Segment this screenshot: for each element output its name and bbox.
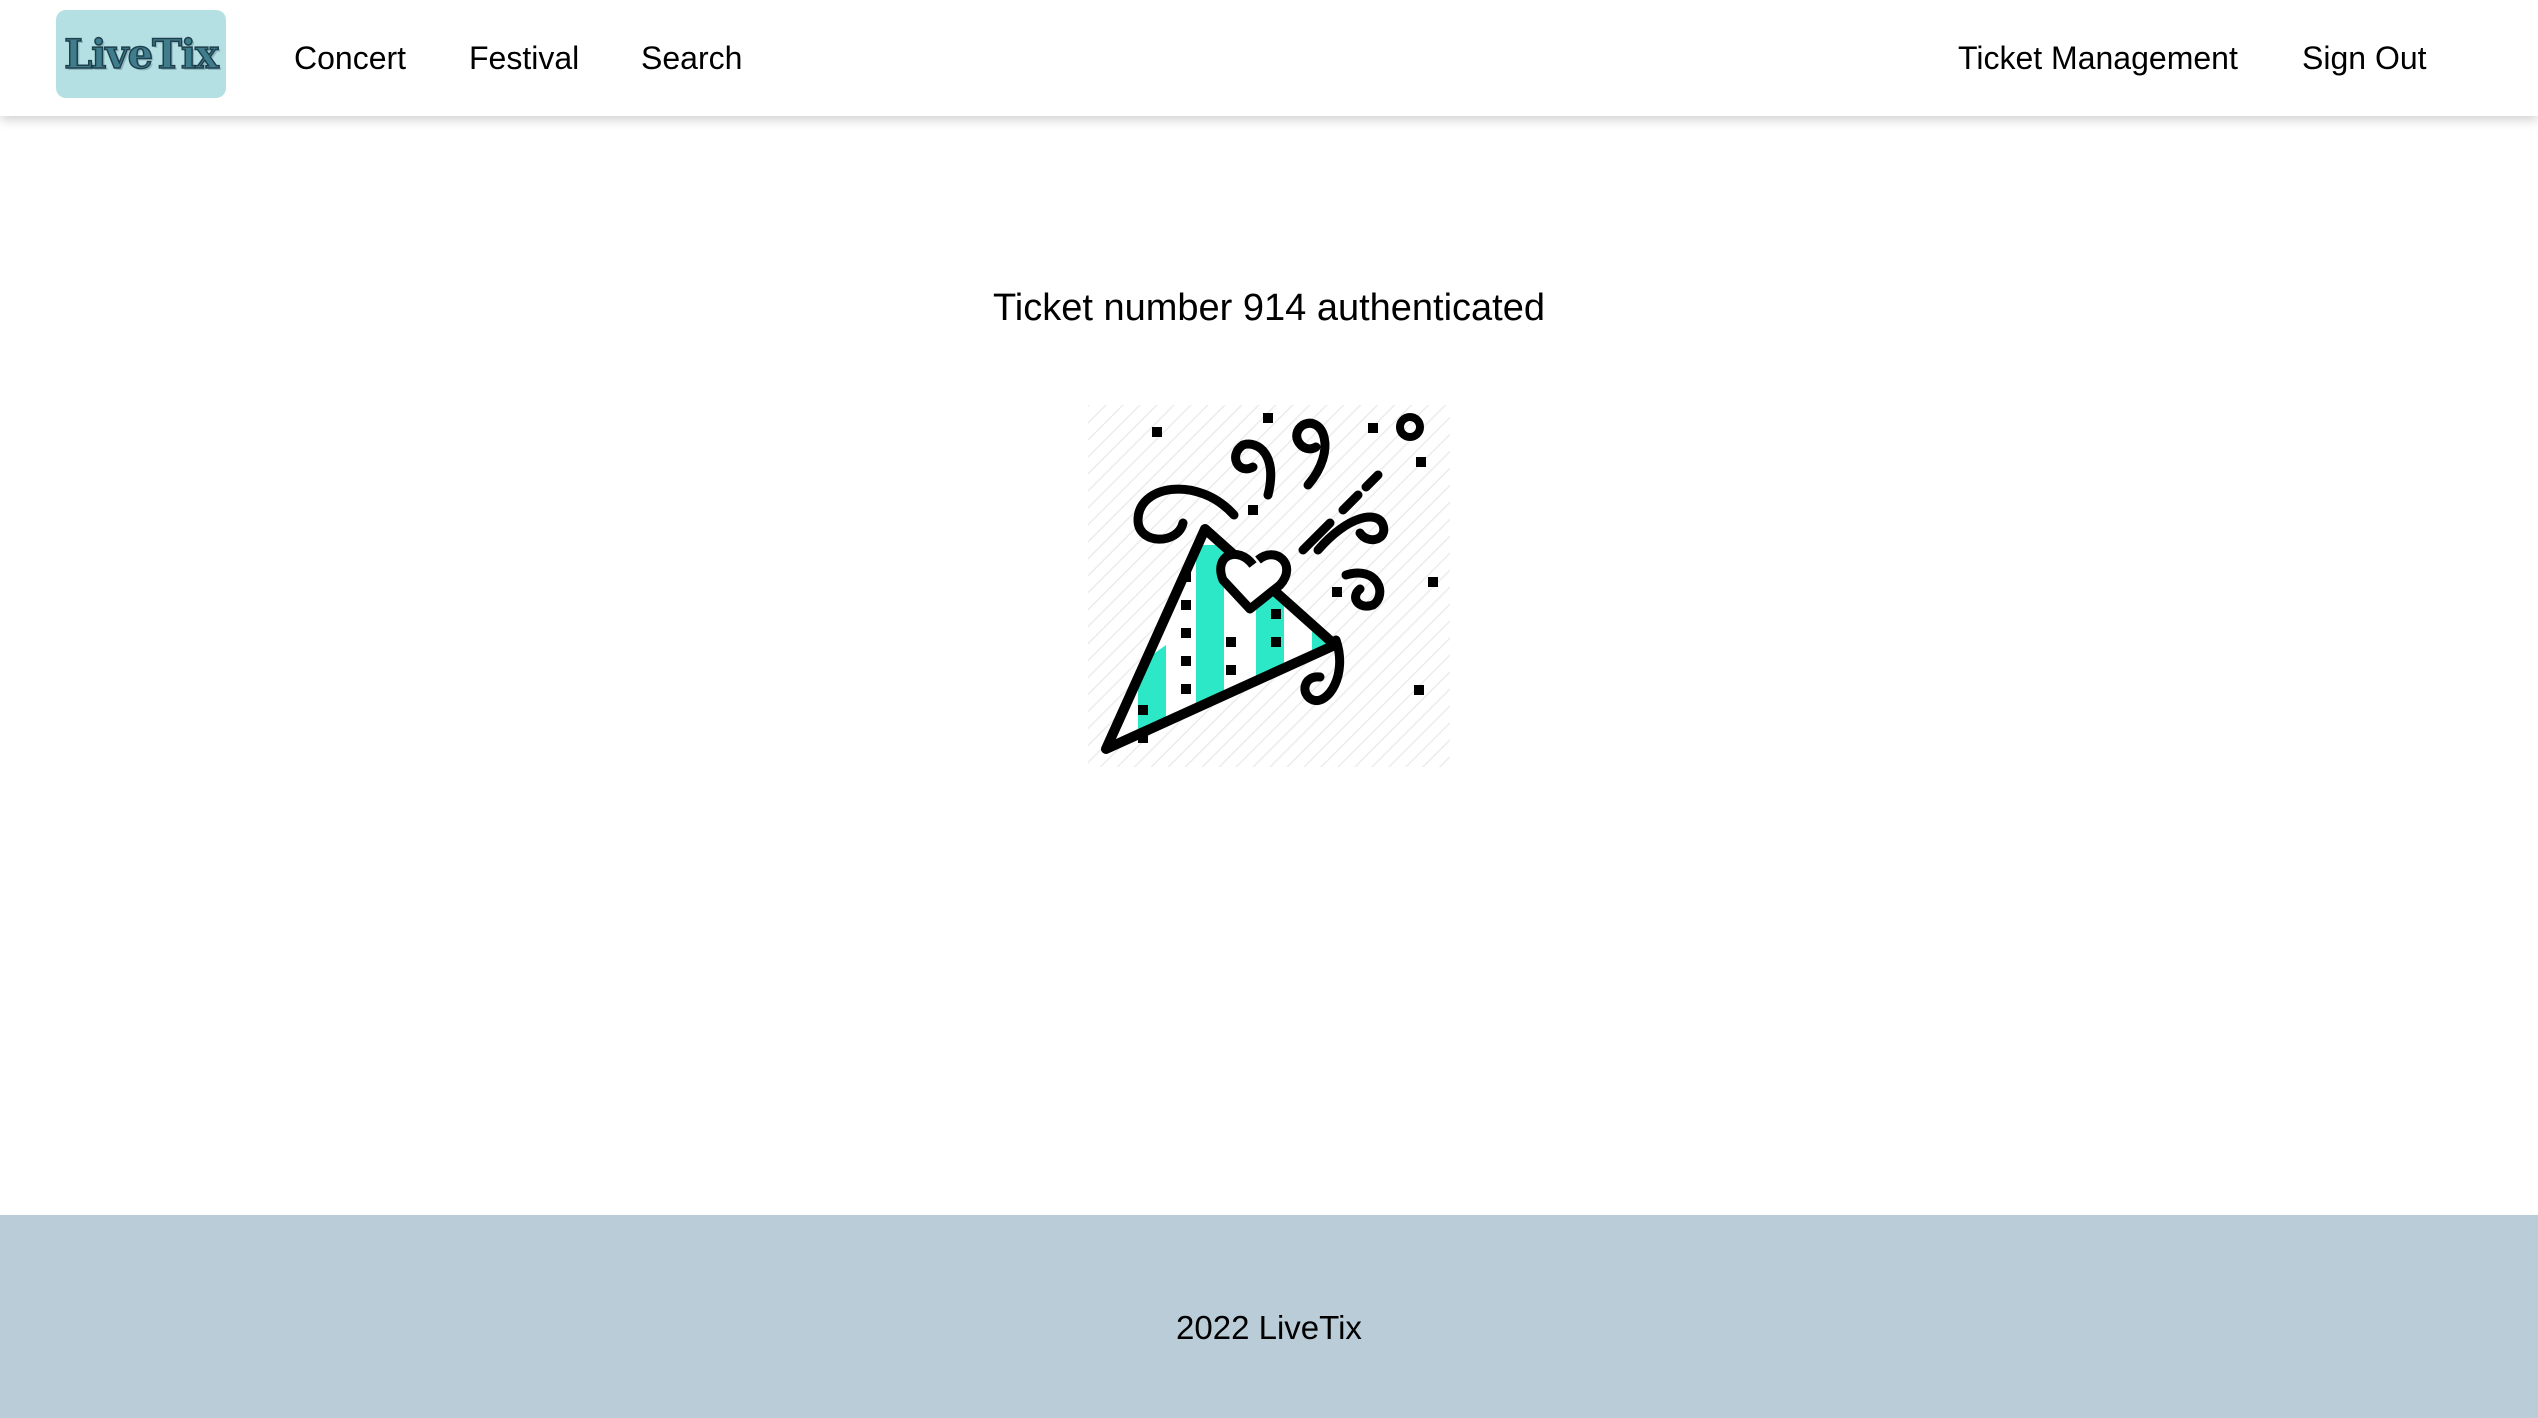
livetix-logo[interactable]: LiveTix	[56, 10, 226, 98]
party-popper-icon	[1088, 405, 1450, 767]
footer-copyright: 2022 LiveTix	[1176, 1309, 1362, 1346]
nav-link-festival[interactable]: Festival	[469, 34, 579, 82]
authentication-message: Ticket number 914 authenticated	[992, 287, 1546, 329]
nav-link-ticket-management[interactable]: Ticket Management	[1958, 34, 2238, 82]
nav-link-concert[interactable]: Concert	[294, 34, 406, 82]
top-navbar: LiveTix Concert Festival Search Ticket M…	[0, 0, 2538, 116]
logo-text: LiveTix	[63, 30, 219, 79]
nav-link-search[interactable]: Search	[641, 34, 742, 82]
nav-link-sign-out[interactable]: Sign Out	[2302, 34, 2427, 82]
